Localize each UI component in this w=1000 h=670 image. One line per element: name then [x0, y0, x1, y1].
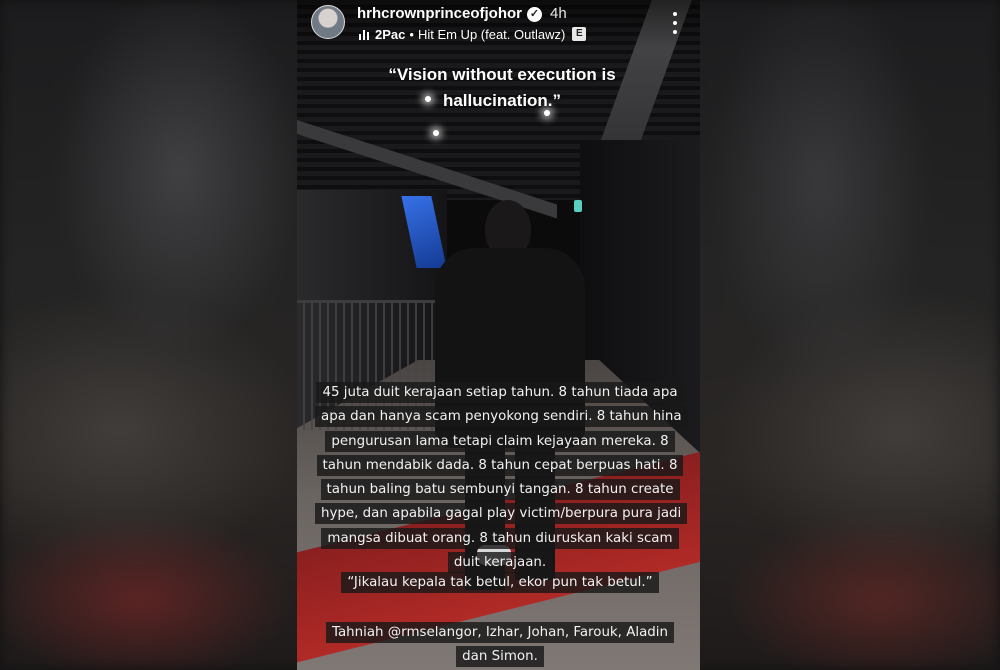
avatar[interactable] — [311, 5, 345, 39]
caption-thanks: Tahniah @rmselangor, Izhar, Johan, Farou… — [315, 621, 685, 670]
caption-main-text: 45 juta duit kerajaan setiap tahun. 8 ta… — [315, 382, 688, 574]
music-attribution[interactable]: 2Pac • Hit Em Up (feat. Outlawz) E — [359, 26, 587, 42]
music-separator: • — [409, 26, 414, 42]
caption-main: 45 juta duit kerajaan setiap tahun. 8 ta… — [315, 381, 688, 575]
verified-badge-icon: ✓ — [527, 7, 542, 22]
music-artist: 2Pac — [375, 26, 406, 42]
caption-thanks-text: Tahniah @rmselangor, Izhar, Johan, Farou… — [325, 622, 674, 668]
story-frame[interactable]: hrhcrownprinceofjohor ✓ 4h 2Pac • Hit Em… — [297, 0, 700, 670]
more-options-icon[interactable] — [672, 12, 678, 34]
post-time: 4h — [550, 5, 567, 22]
music-track: Hit Em Up (feat. Outlawz) — [417, 26, 566, 42]
caption-saying-text: “Jikalau kepala tak betul, ekor pun tak … — [341, 572, 659, 593]
story-quote: “Vision without execution is hallucinati… — [388, 65, 616, 110]
story-header: hrhcrownprinceofjohor ✓ 4h 2Pac • Hit Em… — [297, 0, 700, 48]
music-bars-icon — [359, 29, 369, 40]
ceiling-light — [433, 130, 439, 136]
username[interactable]: hrhcrownprinceofjohor — [357, 5, 522, 22]
caption-saying: “Jikalau kepala tak betul, ekor pun tak … — [315, 571, 685, 595]
explicit-icon: E — [572, 27, 587, 41]
